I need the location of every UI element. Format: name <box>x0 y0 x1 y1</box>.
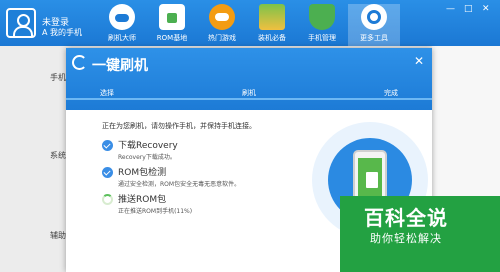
item-sub-download: Recovery下载成功。 <box>118 154 176 161</box>
document-icon <box>366 172 378 188</box>
minimize-button[interactable]: — <box>446 4 455 14</box>
nav-hot-games[interactable]: 热门游戏 <box>196 4 248 46</box>
dialog-header: 一键刷机 ✕ 选择 刷机 完成 <box>66 48 432 110</box>
check-icon <box>102 167 113 178</box>
shield-icon <box>309 4 335 30</box>
watermark-subtitle: 助你轻松解决 <box>370 232 442 245</box>
android-bag-icon <box>159 4 185 30</box>
phone-screen <box>358 158 382 196</box>
step-select: 选择 <box>100 89 114 97</box>
item-sub-push: 正在推送ROM到手机(11%) <box>118 208 193 215</box>
step-flash: 刷机 <box>242 89 256 97</box>
nav-flash-master[interactable]: 刷机大师 <box>96 4 148 46</box>
bg-label-assist: 辅助 <box>50 231 66 240</box>
bg-label-phone: 手机 <box>50 73 66 82</box>
dialog-title: 一键刷机 <box>92 58 148 74</box>
nav-essentials[interactable]: 装机必备 <box>246 4 298 46</box>
close-window-button[interactable]: ✕ <box>482 4 490 14</box>
item-title-download: 下载Recovery <box>118 141 178 151</box>
avatar-icon[interactable] <box>6 8 36 38</box>
cloud-icon <box>109 4 135 30</box>
progress-spinner-icon <box>102 194 113 205</box>
item-title-rom-check: ROM包检测 <box>118 168 167 178</box>
item-sub-rom-check: 通过安全检测，ROM包安全无毒无恶意软件。 <box>118 181 241 188</box>
step-done: 完成 <box>384 89 398 97</box>
steps-line <box>66 98 432 100</box>
top-bar: 未登录 A 我的手机 刷机大师 ROM基地 热门游戏 装机必备 手机管理 更多工… <box>0 0 500 46</box>
item-title-push: 推送ROM包 <box>118 195 167 205</box>
refresh-icon <box>72 55 87 70</box>
bg-label-system: 系统 <box>50 151 66 160</box>
nav-more-tools[interactable]: 更多工具 <box>348 4 400 46</box>
user-device[interactable]: A 我的手机 <box>42 27 82 38</box>
dialog-close-button[interactable]: ✕ <box>414 54 424 68</box>
watermark-logo: 百科全说 助你轻松解决 <box>340 196 500 272</box>
instruction-text: 正在为您刷机，请勿操作手机，并保持手机连接。 <box>102 122 256 130</box>
maximize-button[interactable]: □ <box>464 4 473 14</box>
watermark-title: 百科全说 <box>364 206 448 230</box>
tools-icon <box>361 4 387 30</box>
nav-rom-base[interactable]: ROM基地 <box>146 4 198 46</box>
check-icon <box>102 140 113 151</box>
gamepad-icon <box>209 4 235 30</box>
apps-grid-icon <box>259 4 285 30</box>
nav-phone-manager[interactable]: 手机管理 <box>296 4 348 46</box>
